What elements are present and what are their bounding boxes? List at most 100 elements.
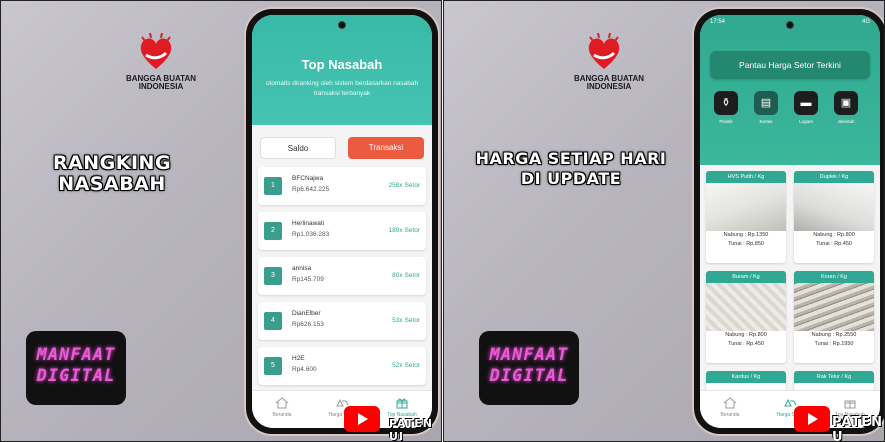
category-label: Plastik — [719, 119, 733, 124]
book-icon: ▤ — [754, 91, 778, 115]
heart-logo-icon — [140, 33, 172, 69]
nav-label: Beranda — [272, 412, 292, 418]
customer-amount: Rp626.153 — [292, 321, 324, 328]
rank-number: 3 — [264, 267, 282, 285]
status-signal: 4G — [861, 19, 870, 25]
category-plastik[interactable]: ⚱ Plastik — [706, 91, 746, 124]
home-icon — [723, 397, 737, 409]
ranking-row[interactable]: 1 BFCNajwa Rp6.642.225 258x Setor — [258, 167, 426, 205]
phone-screen: Top Nasabah otomatis diranking oleh sist… — [252, 15, 432, 428]
newspaper-image — [794, 283, 874, 331]
price-card-title: Duplek / Kg — [794, 171, 874, 183]
headline: RANGKING NASABAH — [37, 153, 187, 195]
play-icon — [358, 413, 368, 425]
ranking-row[interactable]: 3 annisa Rp145.709 80x Setor — [258, 257, 426, 295]
phone-mockup: 17:54 4G Pantau Harga Setor Terkini ⚱ Pl… — [694, 9, 884, 434]
gift-icon — [844, 400, 856, 409]
price-card[interactable]: Duplek / Kg Nabung : Rp.800 Tunai : Rp.4… — [794, 171, 874, 263]
price-banner: Pantau Harga Setor Terkini — [710, 51, 870, 79]
tab-transaksi[interactable]: Transaksi — [348, 137, 424, 159]
manfaat-digital-badge: MANFAAT DIGITAL — [26, 331, 126, 405]
customer-name: DianElber — [292, 310, 321, 317]
harga-header — [700, 15, 880, 165]
price-tunai: Tunai : Rp.450 — [728, 341, 764, 347]
headline-line-2: DI UPDATE — [520, 169, 622, 188]
price-nabung: Nabung : Rp.1350 — [723, 232, 769, 238]
category-label: Logam — [799, 119, 813, 124]
rank-number: 4 — [264, 312, 282, 330]
rank-number: 5 — [264, 357, 282, 375]
front-camera — [338, 21, 346, 29]
page-title: Top Nasabah — [301, 57, 383, 72]
badge-line-2: DIGITAL — [36, 366, 116, 386]
nav-beranda[interactable]: Beranda — [700, 397, 760, 418]
home-icon — [275, 397, 289, 409]
paper-image — [706, 283, 786, 331]
price-tunai: Tunai : Rp.1950 — [814, 341, 854, 347]
customer-name: annisa — [292, 265, 312, 272]
category-label: Kertas — [759, 119, 773, 124]
oil-jar-icon: ▣ — [834, 91, 858, 115]
price-card-title: HVS Putih / Kg — [706, 171, 786, 183]
price-card-title: Kardus / Kg — [706, 371, 786, 383]
headline: HARGA SETIAP HARI DI UPDATE — [456, 149, 686, 189]
category-logam[interactable]: ▬ Logam — [786, 91, 826, 124]
customer-amount: Rp6.642.225 — [292, 186, 330, 193]
rank-number: 2 — [264, 222, 282, 240]
customer-name: H2E — [292, 355, 305, 362]
category-kertas[interactable]: ▤ Kertas — [746, 91, 786, 124]
bottle-icon: ⚱ — [714, 91, 738, 115]
headline-line-2: NASABAH — [58, 173, 166, 195]
headline-line-1: RANGKING — [52, 152, 172, 174]
anvil-icon: ▬ — [794, 91, 818, 115]
setor-count: 80x Setor — [392, 272, 420, 279]
manfaat-digital-badge: MANFAAT DIGITAL — [479, 331, 579, 405]
youtube-play-button[interactable] — [344, 406, 380, 432]
category-row: ⚱ Plastik ▤ Kertas ▬ Logam ▣ Jelantah — [706, 91, 874, 141]
customer-amount: Rp1.036.283 — [292, 231, 330, 238]
right-panel: BANGGA BUATAN INDONESIA HARGA SETIAP HAR… — [443, 0, 885, 442]
price-card[interactable]: Rak Telur / Kg — [794, 371, 874, 391]
tab-saldo[interactable]: Saldo — [260, 137, 336, 159]
status-time: 17:54 — [710, 19, 726, 25]
setor-count: 53x Setor — [392, 317, 420, 324]
price-card[interactable]: HVS Putih / Kg Nabung : Rp.1350 Tunai : … — [706, 171, 786, 263]
ranking-row[interactable]: 5 H2E Rp4.600 52x Setor — [258, 347, 426, 385]
price-card-title: Buram / Kg — [706, 271, 786, 283]
left-panel: BANGGA BUATAN INDONESIA RANGKING NASABAH… — [0, 0, 442, 442]
price-card-title: Koran / Kg — [794, 271, 874, 283]
nav-label: Beranda — [720, 412, 740, 418]
gift-icon — [396, 398, 408, 409]
price-nabung: Nabung : Rp.800 — [813, 232, 855, 238]
price-card-title: Rak Telur / Kg — [794, 371, 874, 383]
badge-line-1: MANFAAT — [36, 345, 116, 365]
paper-image — [794, 183, 874, 231]
price-card[interactable]: Buram / Kg Nabung : Rp.800 Tunai : Rp.45… — [706, 271, 786, 363]
ranking-row[interactable]: 4 DianElber Rp626.153 53x Setor — [258, 302, 426, 340]
phone-mockup: Top Nasabah otomatis diranking oleh sist… — [246, 9, 438, 434]
front-camera — [786, 21, 794, 29]
play-icon — [808, 413, 818, 425]
top-nasabah-header: Top Nasabah otomatis diranking oleh sist… — [252, 15, 432, 125]
setor-count: 52x Setor — [392, 362, 420, 369]
price-card[interactable]: Koran / Kg Nabung : Rp.2550 Tunai : Rp.1… — [794, 271, 874, 363]
nav-top-nasabah[interactable]: Top Nasabah — [372, 397, 432, 418]
ranking-list: 1 BFCNajwa Rp6.642.225 258x Setor 2 Herl… — [258, 167, 426, 392]
youtube-play-button[interactable] — [794, 406, 830, 432]
heart-logo-icon — [588, 33, 620, 69]
rank-number: 1 — [264, 177, 282, 195]
watermark: PATEN U — [832, 415, 884, 442]
headline-line-1: HARGA SETIAP HARI — [475, 149, 667, 168]
page-subtitle: otomatis diranking oleh sistem berdasark… — [265, 80, 419, 97]
bangga-buatan-indonesia-logo: BANGGA BUATAN INDONESIA — [564, 23, 654, 108]
price-card[interactable]: Kardus / Kg — [706, 371, 786, 391]
category-label: Jelantah — [837, 119, 855, 124]
customer-amount: Rp145.709 — [292, 276, 324, 283]
price-tunai: Tunai : Rp.450 — [816, 241, 852, 247]
ranking-row[interactable]: 2 Herlinawati Rp1.036.283 189x Setor — [258, 212, 426, 250]
customer-name: BFCNajwa — [292, 175, 324, 182]
bangga-buatan-indonesia-logo: BANGGA BUATAN INDONESIA — [116, 23, 206, 108]
price-tunai: Tunai : Rp.850 — [728, 241, 764, 247]
category-jelantah[interactable]: ▣ Jelantah — [826, 91, 866, 124]
nav-beranda[interactable]: Beranda — [252, 397, 312, 418]
